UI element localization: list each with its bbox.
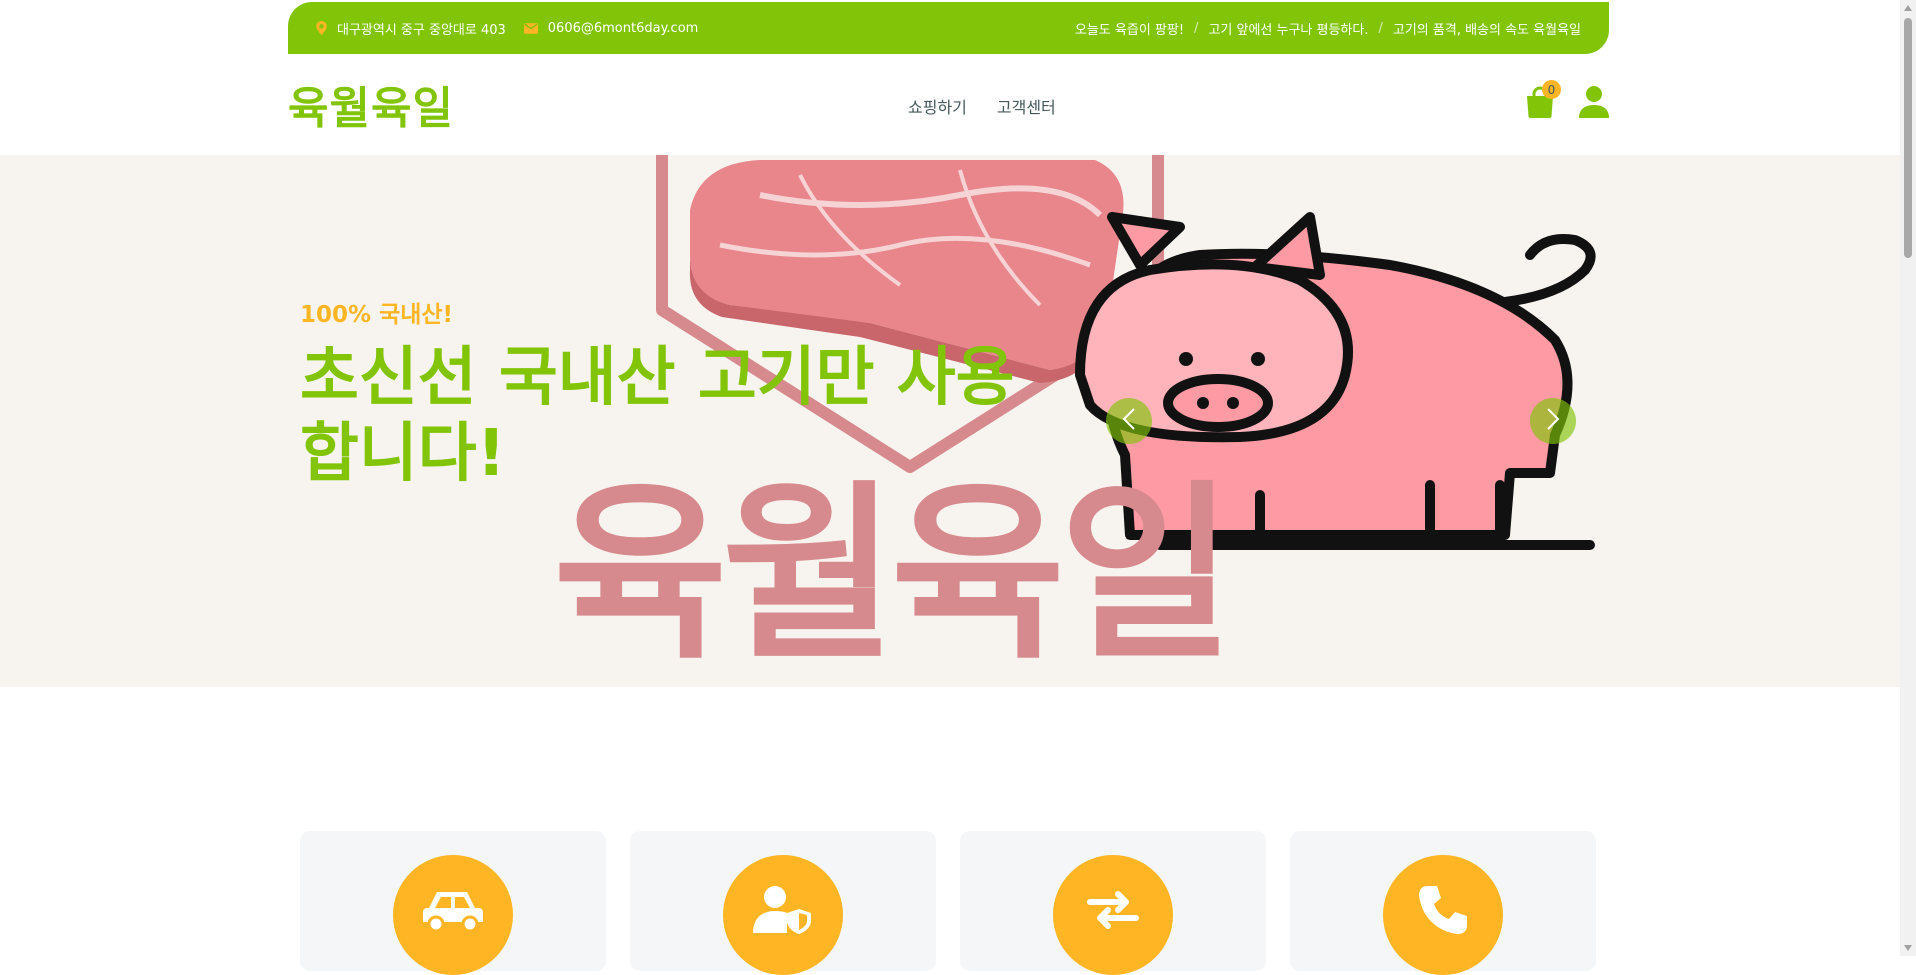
user-shield-icon [753, 886, 813, 939]
carousel-prev-button[interactable] [1106, 398, 1152, 444]
chevron-right-icon [1546, 407, 1560, 435]
cart-count-badge: 0 [1542, 80, 1561, 99]
car-icon [423, 892, 483, 936]
feature-card-security [630, 831, 936, 975]
feature-card-support [1290, 831, 1596, 975]
slogan-2[interactable]: 고기 앞에선 누구나 평등하다. [1208, 19, 1368, 38]
main-navbar: 육월육일 쇼핑하기 고객센터 0 [288, 58, 1609, 152]
slogan-separator: / [1194, 20, 1199, 36]
menu-item-customer-center[interactable]: 고객센터 [997, 94, 1056, 118]
site-logo[interactable]: 육월육일 [288, 72, 454, 136]
hero-title: 초신선 국내산 고기만 사용합니다! [300, 341, 1015, 491]
hero-watermark-logo: 육월육일 [553, 464, 1234, 685]
menu-item-shopping[interactable]: 쇼핑하기 [908, 94, 967, 118]
map-marker-icon [316, 21, 327, 35]
hero-carousel: 육월육일 100% 국내산! 초신선 국내산 고기만 사용합니다! [0, 155, 1900, 687]
envelope-icon [523, 22, 538, 34]
address-text: 대구광역시 중구 중앙대로 403 [337, 22, 506, 38]
scroll-up-arrow[interactable] [1904, 5, 1912, 11]
user-icon [1579, 86, 1609, 122]
cart-button[interactable]: 0 [1525, 80, 1561, 122]
email-link[interactable]: 0606@6mont6day.com [548, 21, 699, 36]
feature-card-delivery [300, 831, 606, 975]
page-scrollbar[interactable] [1900, 0, 1916, 956]
top-info-bar: 대구광역시 중구 중앙대로 403 0606@6mont6day.com 오늘도… [288, 2, 1609, 54]
slogan-separator: / [1378, 20, 1383, 36]
main-menu: 쇼핑하기 고객센터 [908, 94, 1056, 118]
hero-subtitle: 100% 국내산! [300, 302, 454, 328]
phone-icon [1417, 886, 1469, 940]
feature-card-exchange [960, 831, 1266, 975]
scrollbar-thumb[interactable] [1904, 18, 1912, 258]
exchange-arrows-icon [1086, 891, 1140, 934]
scroll-down-arrow[interactable] [1904, 945, 1912, 951]
shopping-bag-icon [1525, 86, 1555, 122]
slogan-3[interactable]: 고기의 품격, 배송의 속도 육월육일 [1393, 19, 1581, 38]
chevron-left-icon [1122, 407, 1136, 435]
user-account-button[interactable] [1579, 86, 1609, 122]
carousel-next-button[interactable] [1530, 398, 1576, 444]
slogan-1[interactable]: 오늘도 육즙이 팡팡! [1075, 19, 1184, 38]
